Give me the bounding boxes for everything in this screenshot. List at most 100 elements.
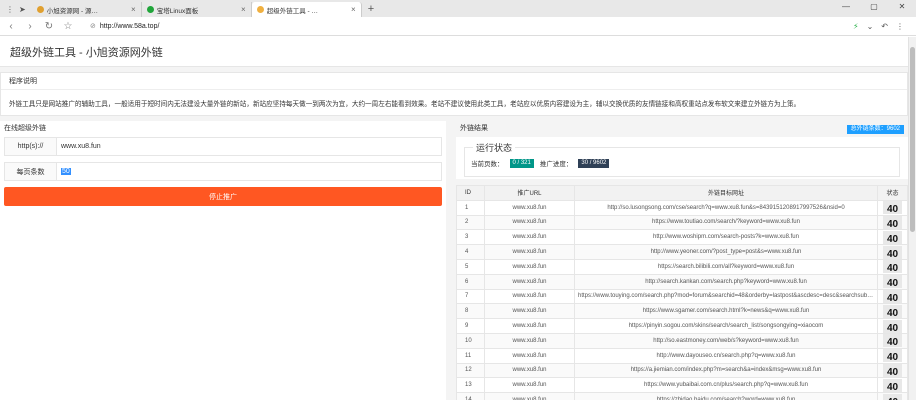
intro-body: 外链工具只是网站推广的辅助工具，一般适用于短时间内无法建设大量外链的新站，新站应… (9, 101, 801, 108)
row-status: 40 (877, 229, 908, 246)
forward-arrow-icon[interactable]: › (25, 21, 35, 32)
tab-close-icon[interactable]: × (131, 5, 136, 14)
tab-close-icon[interactable]: × (241, 5, 246, 14)
results-table: ID 推广URL 外链目标网址 状态 1 www.xu8.fun http://so… (456, 185, 908, 400)
row-host: www.xu8.fun (484, 362, 575, 379)
tab-strip-controls: ⋮ ➤ (0, 2, 32, 17)
table-row: 5 www.xu8.fun https://search.bilibili.com/… (456, 258, 908, 275)
back-arrow-icon[interactable]: ‹ (6, 21, 16, 32)
row-target-url[interactable]: https://search.bilibili.com/all?keyword=… (574, 258, 878, 275)
perpage-label: 每页条数 (5, 163, 57, 180)
row-host: www.xu8.fun (484, 229, 575, 246)
row-target-url[interactable]: https://a.jiemian.com/index.php?m=search… (574, 362, 878, 379)
row-target-url[interactable]: http://www.yeoner.com/?post_type=post&s=… (574, 244, 878, 260)
table-row: 1 www.xu8.fun http://so.lusongsong.com/cse… (456, 199, 908, 216)
row-host: www.xu8.fun (484, 318, 575, 334)
current-page-badge: 0 / 321 (509, 158, 534, 168)
row-status-frame: 40 (883, 349, 902, 363)
tab-title: 超级外链工具 - … (266, 7, 318, 15)
http-label: http(s):// (5, 138, 57, 155)
row-target-url[interactable]: https://pinyin.sogou.com/skins/search/se… (574, 318, 878, 334)
left-panel: 在线超级外链 http(s):// www.xu8.fun 每页条数 50 停止… (0, 121, 446, 400)
table-header-row: ID 推广URL 外链目标网址 状态 (456, 185, 908, 201)
bookmark-star-icon[interactable]: ☆ (63, 21, 73, 32)
row-status: 40 (877, 214, 908, 231)
row-target-url[interactable]: http://so.eastmoney.com/web/s?keyword=ww… (574, 332, 878, 349)
row-status-frame: 40 (883, 275, 902, 289)
maximize-button[interactable]: ▢ (860, 0, 888, 14)
row-target-url[interactable]: http://so.lusongsong.com/cse/search?q=ww… (574, 199, 878, 216)
row-id: 14 (456, 392, 485, 400)
row-status-frame: 40 (883, 393, 902, 400)
browser-tab-strip: ⋮ ➤ 小旭资源网 - 源… × 宝塔Linux面板 × 超级外链工具 - … … (0, 0, 916, 17)
intro-card: 程序说明 外链工具只是网站推广的辅助工具，一般适用于短时间内无法建设大量外链的新… (0, 72, 908, 116)
row-id: 5 (456, 258, 485, 275)
row-target-url[interactable]: https://www.touying.com/search.php?mod=f… (574, 288, 878, 305)
table-row: 14www.xu8.funhttps://zhidao.baidu.com/se… (456, 392, 908, 400)
dropdown-chevron-icon[interactable]: ⌄ (867, 22, 874, 31)
col-header-id: ID (456, 185, 485, 201)
row-status: 40 (877, 377, 908, 394)
perpage-value: 50 (61, 168, 71, 175)
perpage-input[interactable]: 50 (57, 163, 441, 180)
table-row: 8 www.xu8.fun https://www.sgamer.com/searc… (456, 303, 908, 320)
new-tab-button[interactable]: + (362, 2, 380, 17)
close-window-button[interactable]: ✕ (888, 0, 916, 14)
right-panel: 外链结果 总外链条数：9602 运行状态 当前页数： 0 / 321 推广进度：… (456, 121, 908, 400)
right-panel-title: 外链结果 总外链条数：9602 (456, 121, 908, 137)
progress-label: 推广进度： (539, 161, 573, 168)
grid-icon[interactable]: ⋮ (896, 22, 904, 31)
toolbar-right: ⚡ ⌄ ↶ ⋮ (853, 22, 910, 31)
minimize-button[interactable]: — (832, 0, 860, 14)
col-header-url: 推广URL (484, 185, 575, 201)
row-status-frame: 40 (883, 334, 902, 348)
row-id: 4 (456, 244, 485, 260)
row-status-frame: 40 (883, 290, 902, 303)
url-text: http://www.58a.top/ (99, 22, 160, 30)
row-status: 40 (877, 332, 908, 349)
page-scrollbar-thumb[interactable] (910, 47, 915, 232)
current-page-label: 当前页数： (471, 161, 504, 168)
row-target-url[interactable]: http://www.woshipm.com/search-posts?k=ww… (574, 229, 878, 246)
row-target-url[interactable]: https://zhidao.baidu.com/search?word=www… (574, 392, 878, 400)
right-panel-title-text: 外链结果 (460, 125, 488, 132)
page-header: 超级外链工具 - 小旭资源网外链 (0, 37, 908, 67)
tab-favicon-icon (256, 6, 264, 13)
row-status-frame: 40 (883, 364, 902, 377)
row-status-frame: 40 (883, 230, 902, 244)
main-area: 在线超级外链 http(s):// www.xu8.fun 每页条数 50 停止… (0, 121, 908, 400)
table-row: 6 www.xu8.fun http://search.kankan.com/sea… (456, 273, 908, 290)
progress-badge: 30 / 9602 (578, 158, 610, 168)
reload-icon[interactable]: ↻ (44, 21, 54, 32)
row-status: 40 (877, 362, 908, 379)
row-id: 12 (456, 362, 485, 379)
domain-input[interactable]: www.xu8.fun (57, 138, 441, 155)
tab-bt-panel[interactable]: 宝塔Linux面板 × (142, 2, 252, 17)
tab-close-icon[interactable]: × (351, 5, 356, 14)
stop-promotion-button[interactable]: 停止推广 (4, 187, 442, 206)
row-target-url[interactable]: https://www.toutiao.com/search/?keyword=… (574, 214, 878, 231)
tab-link-tool[interactable]: 超级外链工具 - … × (251, 2, 362, 17)
left-panel-title-text: 在线超级外链 (4, 125, 46, 132)
intro-title: 程序说明 (1, 73, 907, 90)
window-controls: — ▢ ✕ (832, 0, 916, 14)
row-status-frame: 40 (883, 304, 902, 318)
tab-xiaoxu[interactable]: 小旭资源网 - 源… × (32, 2, 142, 17)
row-target-url[interactable]: http://www.dayouseo.cn/search.php?q=www.… (574, 347, 878, 364)
browser-menu-icon[interactable]: ⋮ (6, 5, 14, 14)
row-host: www.xu8.fun (484, 214, 575, 231)
row-status: 40 (877, 347, 908, 364)
url-field[interactable]: ⊘ http://www.58a.top/ (82, 22, 844, 31)
table-row: 9 www.xu8.fun https://pinyin.sogou.com/ski… (456, 318, 908, 334)
row-host: www.xu8.fun (484, 377, 575, 394)
row-target-url[interactable]: https://www.yubaibai.com.cn/plus/search.… (574, 377, 878, 394)
extension-icon[interactable]: ⚡ (853, 22, 859, 31)
run-stats: 当前页数： 0 / 321 推广进度： 30 / 9602 (471, 158, 893, 168)
row-host: www.xu8.fun (484, 392, 575, 400)
undo-icon[interactable]: ↶ (881, 22, 888, 31)
row-target-url[interactable]: http://search.kankan.com/search.php?keyw… (574, 273, 878, 290)
row-id: 10 (456, 332, 485, 349)
run-status-fieldset: 运行状态 当前页数： 0 / 321 推广进度： 30 / 9602 (464, 141, 900, 177)
security-lock-icon: ⊘ (90, 23, 96, 30)
row-target-url[interactable]: https://www.sgamer.com/search.html?k=new… (574, 303, 878, 320)
